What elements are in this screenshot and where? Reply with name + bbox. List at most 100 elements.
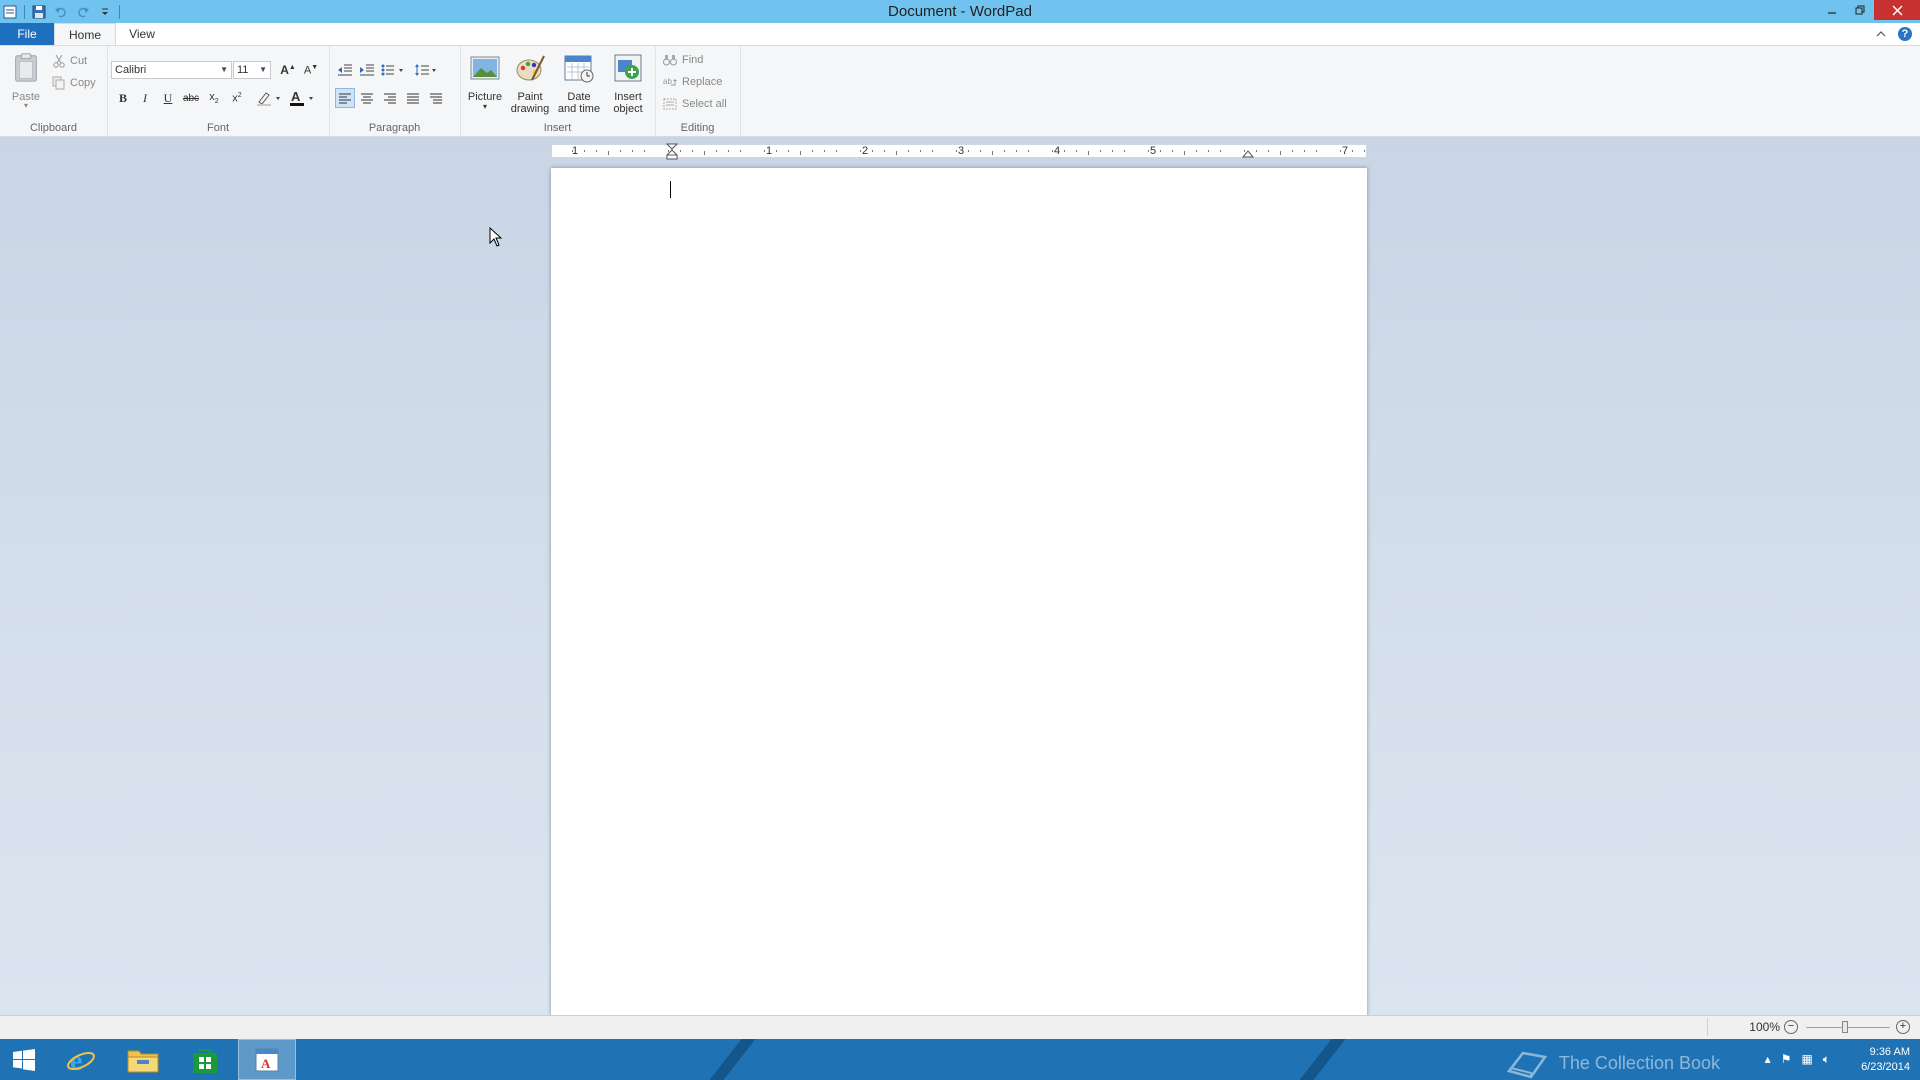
picture-icon <box>470 56 500 80</box>
italic-button[interactable]: I <box>135 88 155 108</box>
subscript-button[interactable]: x2 <box>204 88 224 108</box>
volume-icon[interactable]: 🔈︎ <box>1823 1052 1830 1067</box>
tab-home[interactable]: Home <box>54 23 116 45</box>
clock[interactable]: 9:36 AM 6/23/2014 <box>1861 1045 1910 1075</box>
text-color-button[interactable]: A <box>288 88 316 108</box>
taskbar-internet-explorer[interactable]: e <box>52 1039 110 1080</box>
help-icon[interactable]: ? <box>1898 27 1912 41</box>
insert-object-button[interactable]: Insert object <box>606 52 650 115</box>
svg-text:A: A <box>291 89 301 104</box>
picture-dropdown-arrow-icon: ▾ <box>482 102 487 111</box>
paste-button[interactable]: Paste ▾ <box>9 52 43 110</box>
document-workspace[interactable]: 1 1 2 3 4 5 7 <box>0 137 1920 1015</box>
ruler-tick <box>1172 150 1173 152</box>
tab-file[interactable]: File <box>0 23 54 45</box>
paint-drawing-label: Paint drawing <box>510 91 550 115</box>
paste-dropdown-arrow-icon[interactable]: ▾ <box>9 102 43 110</box>
minimize-button[interactable] <box>1818 0 1846 20</box>
shrink-font-button[interactable]: A▼ <box>301 60 321 80</box>
window-controls <box>1818 0 1920 23</box>
zoom-slider-thumb[interactable] <box>1842 1021 1848 1033</box>
ruler[interactable]: 1 1 2 3 4 5 7 <box>551 143 1367 161</box>
picture-button[interactable]: Picture ▾ <box>464 52 506 111</box>
binoculars-icon <box>663 55 677 66</box>
mouse-pointer-icon <box>489 227 503 247</box>
superscript-icon: x2 <box>232 91 242 105</box>
bullet-list-icon <box>381 64 403 76</box>
cut-button[interactable]: Cut <box>52 54 87 68</box>
paint-drawing-button[interactable]: Paint drawing <box>508 52 552 115</box>
font-color-icon: A <box>290 89 313 106</box>
minimize-ribbon-chevron-up-icon[interactable] <box>1876 27 1886 41</box>
replace-button[interactable]: ab Replace <box>663 76 722 88</box>
start-button[interactable] <box>0 1039 48 1080</box>
wallpaper-stripe <box>694 1039 764 1080</box>
ruler-tick <box>788 150 789 152</box>
action-center-flag-icon[interactable]: ⚑ <box>1781 1052 1792 1067</box>
ruler-tick <box>896 151 897 155</box>
font-size-dropdown[interactable]: 11 ▼ <box>233 61 271 79</box>
internet-explorer-icon: e <box>67 1046 95 1075</box>
zoom-in-button[interactable]: + <box>1896 1020 1910 1034</box>
chevron-down-icon: ▼ <box>259 65 267 74</box>
ruler-tick <box>932 150 933 152</box>
status-separator <box>1707 1018 1708 1036</box>
watermark-text: The Collection Book <box>1558 1052 1720 1073</box>
date-and-time-button[interactable]: Date and time <box>554 52 604 115</box>
highlight-color-button[interactable] <box>255 88 283 108</box>
copy-label: Copy <box>70 77 96 89</box>
align-left-button[interactable] <box>335 88 355 108</box>
restore-button[interactable] <box>1846 0 1874 20</box>
zoom-slider-track[interactable] <box>1806 1027 1890 1028</box>
ruler-tick <box>1364 150 1365 152</box>
cut-label: Cut <box>70 55 88 67</box>
superscript-button[interactable]: x2 <box>227 88 247 108</box>
paste-icon <box>15 53 37 82</box>
ruler-tick <box>632 150 633 152</box>
select-all-label: Select all <box>682 98 727 110</box>
zoom-out-button[interactable]: − <box>1784 1020 1798 1034</box>
decrease-indent-button[interactable] <box>335 60 355 80</box>
ruler-tick <box>824 150 825 152</box>
select-all-button[interactable]: Select all <box>663 98 727 110</box>
status-bar: 100% − + <box>0 1015 1920 1039</box>
taskbar-wordpad[interactable]: A <box>238 1039 296 1080</box>
ruler-tick <box>704 151 705 155</box>
ruler-tick <box>764 150 765 152</box>
taskbar-store[interactable] <box>176 1039 234 1080</box>
network-icon[interactable]: ▦ <box>1801 1052 1812 1067</box>
ruler-tick <box>584 150 585 152</box>
ruler-tick <box>1004 150 1005 152</box>
paragraph-settings-button[interactable] <box>426 88 446 108</box>
ruler-tick <box>1016 150 1017 152</box>
close-button[interactable] <box>1874 0 1920 20</box>
increase-indent-button[interactable] <box>357 60 377 80</box>
show-hidden-icons-chevron-up-icon[interactable]: ▴ <box>1765 1052 1771 1067</box>
right-indent-marker-icon[interactable] <box>1242 149 1254 159</box>
bold-button[interactable]: B <box>113 88 133 108</box>
line-spacing-button[interactable] <box>413 60 441 80</box>
taskbar-file-explorer[interactable] <box>114 1039 172 1080</box>
document-page[interactable] <box>551 168 1367 1015</box>
justify-button[interactable] <box>403 88 423 108</box>
ruler-tick <box>1148 150 1149 152</box>
find-button[interactable]: Find <box>663 54 703 66</box>
justify-icon <box>407 93 419 104</box>
window-title: Document - WordPad <box>888 3 1032 20</box>
replace-icon: ab <box>663 77 677 86</box>
font-family-dropdown[interactable]: Calibri ▼ <box>111 61 232 79</box>
underline-button[interactable]: U <box>158 88 178 108</box>
paragraph-group-label: Paragraph <box>368 122 421 134</box>
replace-label: Replace <box>682 76 723 88</box>
ruler-tick <box>692 150 693 152</box>
strikethrough-icon: abc <box>182 92 200 104</box>
copy-button[interactable]: Copy <box>52 76 96 90</box>
bullets-button[interactable] <box>380 60 408 80</box>
grow-font-button[interactable]: A▲ <box>278 60 298 80</box>
align-right-button[interactable] <box>380 88 400 108</box>
indent-marker-icon[interactable] <box>666 143 678 161</box>
align-center-button[interactable] <box>357 88 377 108</box>
strikethrough-button[interactable]: abc <box>181 88 201 108</box>
decrease-indent-icon <box>338 64 352 76</box>
tab-view[interactable]: View <box>116 23 168 45</box>
